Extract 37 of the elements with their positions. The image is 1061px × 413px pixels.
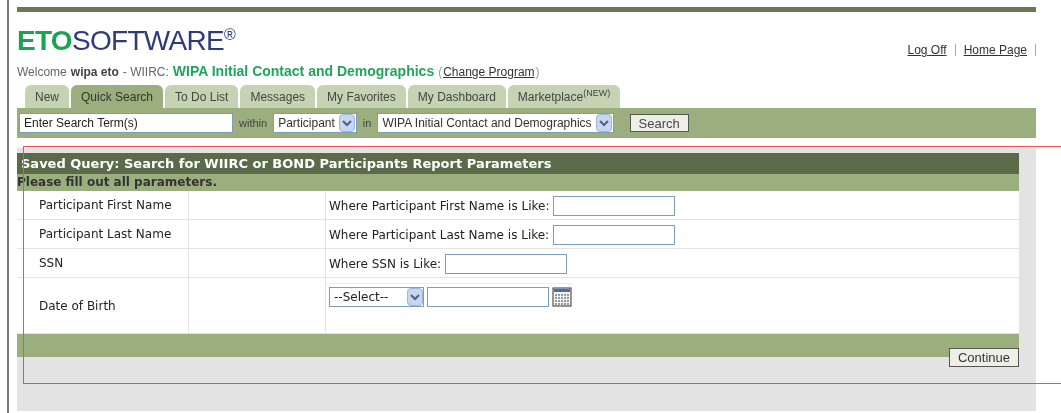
condition-input[interactable] <box>553 225 676 245</box>
in-label: in <box>362 115 372 131</box>
nav-tab[interactable]: New <box>25 85 69 108</box>
operator-select[interactable]: --Select-- <box>329 287 424 307</box>
nav-tab[interactable]: Marketplace$^{(NEW)}$ <box>507 85 621 108</box>
condition-label: Where SSN is Like: <box>329 256 442 273</box>
continue-button[interactable]: Continue <box>948 348 1019 367</box>
nav-tab[interactable]: Messages <box>240 85 316 108</box>
program-name: WIPA Initial Contact and Demographics <box>172 62 435 81</box>
parameter-label: Participant Last Name <box>39 226 172 243</box>
change-program-link[interactable]: Change Program <box>443 63 535 81</box>
welcome-text: Welcome <box>17 64 67 81</box>
search-button[interactable]: Search <box>629 114 689 132</box>
condition-input[interactable] <box>553 196 676 216</box>
condition-label: Where Participant First Name is Like: <box>329 198 550 215</box>
condition-label: Where Participant Last Name is Like: <box>329 227 550 244</box>
header-link[interactable]: Home Page <box>963 41 1027 59</box>
parameter-label: Participant First Name <box>39 197 172 214</box>
site-label: - WIIRC: <box>122 64 169 81</box>
parenthesis: ( <box>438 64 443 81</box>
calendar-icon[interactable] <box>552 287 572 307</box>
within-select[interactable]: Participant <box>273 113 357 133</box>
parenthesis: ) <box>535 64 540 81</box>
program-select[interactable]: WIPA Initial Contact and Demographics <box>377 113 614 133</box>
condition-input[interactable] <box>445 254 568 274</box>
nav-tab[interactable]: Quick Search <box>71 85 164 108</box>
parameter-label: SSN <box>39 255 64 272</box>
within-label: within <box>239 115 268 131</box>
nav-tab[interactable]: My Dashboard <box>407 85 506 108</box>
user-name: wipa eto <box>70 64 119 81</box>
date-input[interactable] <box>427 287 549 307</box>
header-link[interactable]: Log Off <box>907 41 947 59</box>
company-logo: ETOSOFTWARE® <box>17 27 236 55</box>
parameter-label: Date of Birth <box>39 297 116 315</box>
nav-tab[interactable]: My Favorites <box>317 85 406 108</box>
nav-tab[interactable]: To Do List <box>165 85 239 108</box>
search-field[interactable]: Enter Search Term(s) <box>19 113 233 133</box>
